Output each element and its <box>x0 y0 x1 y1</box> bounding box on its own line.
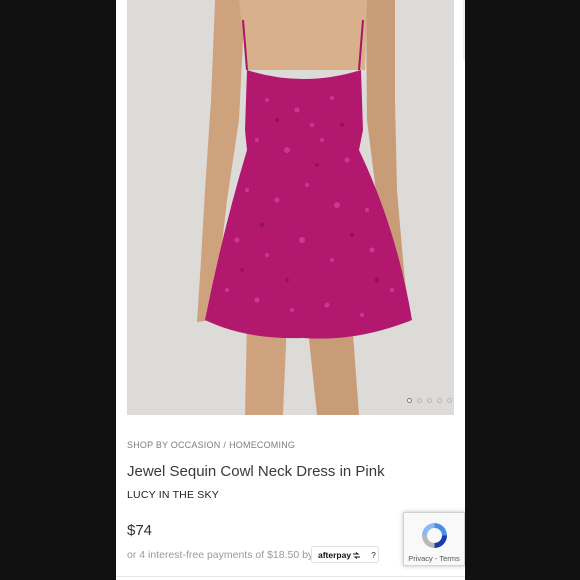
installments-text: or 4 interest-free payments of $18.50 by <box>127 549 314 561</box>
terms-link[interactable]: Terms <box>439 554 459 563</box>
recaptcha-links: Privacy - Terms <box>404 554 464 563</box>
product-price: $74 <box>127 522 153 539</box>
brand-name[interactable]: LUCY IN THE SKY <box>127 489 219 501</box>
privacy-link[interactable]: Privacy <box>408 554 433 563</box>
afterpay-help-icon[interactable]: ? <box>371 550 376 560</box>
afterpay-badge[interactable]: afterpay ? <box>311 546 379 563</box>
product-page: SHOP BY OCCASION / HOMECOMING Jewel Sequin… <box>116 0 465 580</box>
carousel-dot[interactable] <box>427 398 432 403</box>
carousel-dot[interactable] <box>447 398 452 403</box>
link-separator: - <box>434 554 438 563</box>
carousel-dot[interactable] <box>437 398 442 403</box>
product-title: Jewel Sequin Cowl Neck Dress in Pink <box>127 463 385 480</box>
breadcrumb: SHOP BY OCCASION / HOMECOMING <box>127 440 295 450</box>
carousel-dot[interactable] <box>417 398 422 403</box>
divider <box>116 576 465 577</box>
carousel-dot[interactable] <box>407 398 412 403</box>
recaptcha-icon <box>422 523 447 548</box>
dress-photo <box>127 0 454 415</box>
breadcrumb-link-homecoming[interactable]: HOMECOMING <box>229 440 295 450</box>
breadcrumb-link-occasion[interactable]: SHOP BY OCCASION <box>127 440 220 450</box>
product-image[interactable] <box>127 0 454 415</box>
breadcrumb-separator: / <box>223 440 227 450</box>
afterpay-arrows-icon <box>353 551 361 559</box>
carousel-dots <box>407 398 452 403</box>
recaptcha-badge[interactable]: Privacy - Terms <box>403 512 465 566</box>
afterpay-logo: afterpay <box>318 550 361 560</box>
scrollbar[interactable] <box>463 0 465 60</box>
